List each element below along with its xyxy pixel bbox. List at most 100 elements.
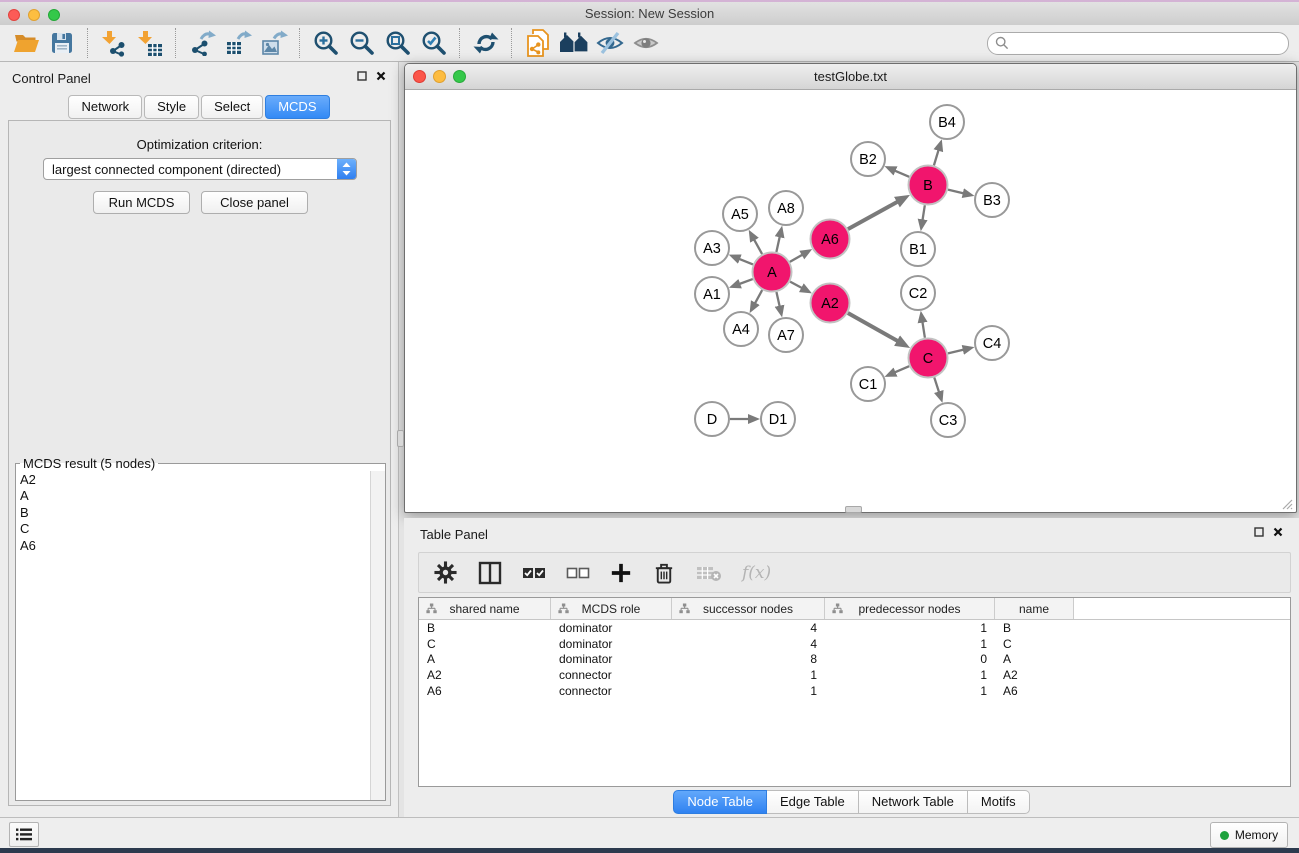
zoom-out-button[interactable]	[344, 27, 380, 59]
graph-edge-A-A2[interactable]	[790, 282, 803, 289]
clone-network-button[interactable]	[520, 27, 556, 59]
table-cell[interactable]: dominator	[551, 637, 672, 651]
table-cell[interactable]: 1	[825, 684, 995, 698]
search-input[interactable]	[1009, 35, 1263, 51]
graph-edge-A-A6[interactable]	[790, 254, 804, 262]
import-network-button[interactable]	[96, 27, 132, 59]
export-image-button[interactable]	[256, 27, 292, 59]
mcds-result-scrollbar[interactable]	[370, 471, 385, 800]
table-cell[interactable]: 4	[672, 621, 825, 635]
graph-edge-C-C2[interactable]	[922, 321, 925, 338]
column-header-successor-nodes[interactable]: successor nodes	[672, 598, 825, 619]
table-cell[interactable]: A6	[995, 684, 1074, 698]
control-tab-select[interactable]: Select	[201, 95, 263, 119]
search-field[interactable]	[987, 32, 1289, 55]
node-table[interactable]: shared nameMCDS rolesuccessor nodesprede…	[418, 597, 1291, 787]
table-row[interactable]: Cdominator41C	[419, 636, 1290, 652]
table-row[interactable]: Bdominator41B	[419, 620, 1290, 636]
network-canvas[interactable]: B4B2BB3A8A5A6A3B1AC2A1A2A4A7C4CC1C3DD1	[406, 90, 1295, 512]
graph-edge-A-A8[interactable]	[776, 235, 780, 252]
table-cell[interactable]: 8	[672, 652, 825, 666]
zoom-selected-button[interactable]	[416, 27, 452, 59]
graph-edge-B-B3[interactable]	[948, 190, 965, 194]
function-builder-button[interactable]: f(x)	[742, 563, 771, 583]
select-all-button[interactable]	[522, 566, 546, 580]
mcds-result-item[interactable]: B	[20, 505, 371, 521]
column-header-MCDS-role[interactable]: MCDS role	[551, 598, 672, 619]
table-cell[interactable]: A6	[419, 684, 551, 698]
window-resize-grip[interactable]	[1280, 497, 1293, 510]
control-tab-network[interactable]: Network	[68, 95, 142, 119]
task-history-button[interactable]	[9, 822, 39, 847]
split-pane-handle-left[interactable]	[397, 430, 404, 447]
mcds-result-item[interactable]: A	[20, 488, 371, 504]
column-layout-button[interactable]	[478, 561, 502, 585]
table-cell[interactable]: C	[419, 637, 551, 651]
export-network-button[interactable]	[184, 27, 220, 59]
tab-edge-table[interactable]: Edge Table	[767, 790, 859, 814]
table-cell[interactable]: 1	[672, 668, 825, 682]
add-row-button[interactable]	[610, 562, 632, 584]
graph-edge-A-A5[interactable]	[754, 239, 763, 255]
network-window-titlebar[interactable]: testGlobe.txt	[405, 64, 1296, 90]
table-cell[interactable]: A	[419, 652, 551, 666]
table-cell[interactable]: A2	[419, 668, 551, 682]
graph-edge-A2-C[interactable]	[848, 313, 899, 342]
graph-edge-A-A1[interactable]	[738, 279, 752, 284]
column-settings-button[interactable]	[433, 560, 458, 585]
table-cell[interactable]: 1	[825, 668, 995, 682]
control-tab-mcds[interactable]: MCDS	[265, 95, 329, 119]
import-table-button[interactable]	[132, 27, 168, 59]
table-cell[interactable]: 1	[672, 684, 825, 698]
tab-node-table[interactable]: Node Table	[673, 790, 767, 814]
criterion-dropdown[interactable]: largest connected component (directed)	[43, 158, 357, 180]
graph-edge-A-A4[interactable]	[754, 290, 762, 304]
column-header-shared-name[interactable]: shared name	[419, 598, 551, 619]
split-pane-handle-bottom[interactable]	[845, 506, 862, 513]
graph-edge-B-B1[interactable]	[922, 205, 925, 221]
graph-edge-B-B4[interactable]	[934, 149, 939, 166]
float-panel-icon[interactable]	[1254, 527, 1264, 537]
run-mcds-button[interactable]: Run MCDS	[93, 191, 190, 214]
graph-edge-C-C3[interactable]	[934, 378, 939, 394]
delete-table-button[interactable]	[696, 564, 722, 582]
graph-edge-C-C4[interactable]	[948, 349, 965, 353]
graph-edge-A-A7[interactable]	[776, 292, 779, 308]
control-tab-style[interactable]: Style	[144, 95, 199, 119]
houses-button[interactable]	[556, 27, 592, 59]
close-panel-icon[interactable]	[376, 71, 386, 81]
delete-row-button[interactable]	[652, 561, 676, 585]
save-session-button[interactable]	[44, 27, 80, 59]
table-row[interactable]: A2connector11A2	[419, 667, 1290, 683]
export-table-button[interactable]	[220, 27, 256, 59]
close-panel-icon[interactable]	[1273, 527, 1283, 537]
table-cell[interactable]: A	[995, 652, 1074, 666]
graph-edge-B-B2[interactable]	[894, 170, 909, 177]
table-row[interactable]: A6connector11A6	[419, 683, 1290, 699]
tab-motifs[interactable]: Motifs	[968, 790, 1030, 814]
column-header-name[interactable]: name	[995, 598, 1074, 619]
float-panel-icon[interactable]	[357, 71, 367, 81]
table-cell[interactable]: 0	[825, 652, 995, 666]
table-row[interactable]: Adominator80A	[419, 652, 1290, 668]
table-cell[interactable]: A2	[995, 668, 1074, 682]
graph-edge-A6-B[interactable]	[848, 201, 899, 229]
deselect-all-button[interactable]	[566, 566, 590, 580]
table-cell[interactable]: C	[995, 637, 1074, 651]
open-session-button[interactable]	[8, 27, 44, 59]
table-cell[interactable]: B	[419, 621, 551, 635]
tab-network-table[interactable]: Network Table	[859, 790, 968, 814]
table-cell[interactable]: dominator	[551, 652, 672, 666]
table-cell[interactable]: B	[995, 621, 1074, 635]
table-cell[interactable]: connector	[551, 684, 672, 698]
graph-edge-A-A3[interactable]	[738, 258, 753, 264]
hide-details-button[interactable]	[592, 27, 628, 59]
network-graph[interactable]: B4B2BB3A8A5A6A3B1AC2A1A2A4A7C4CC1C3DD1	[406, 90, 1295, 512]
mcds-result-list[interactable]: A2ABCA6	[16, 471, 371, 800]
apply-layout-button[interactable]	[468, 27, 504, 59]
mcds-result-item[interactable]: A6	[20, 538, 371, 554]
column-header-predecessor-nodes[interactable]: predecessor nodes	[825, 598, 995, 619]
table-cell[interactable]: dominator	[551, 621, 672, 635]
mcds-result-item[interactable]: C	[20, 521, 371, 537]
memory-button[interactable]: Memory	[1210, 822, 1288, 848]
